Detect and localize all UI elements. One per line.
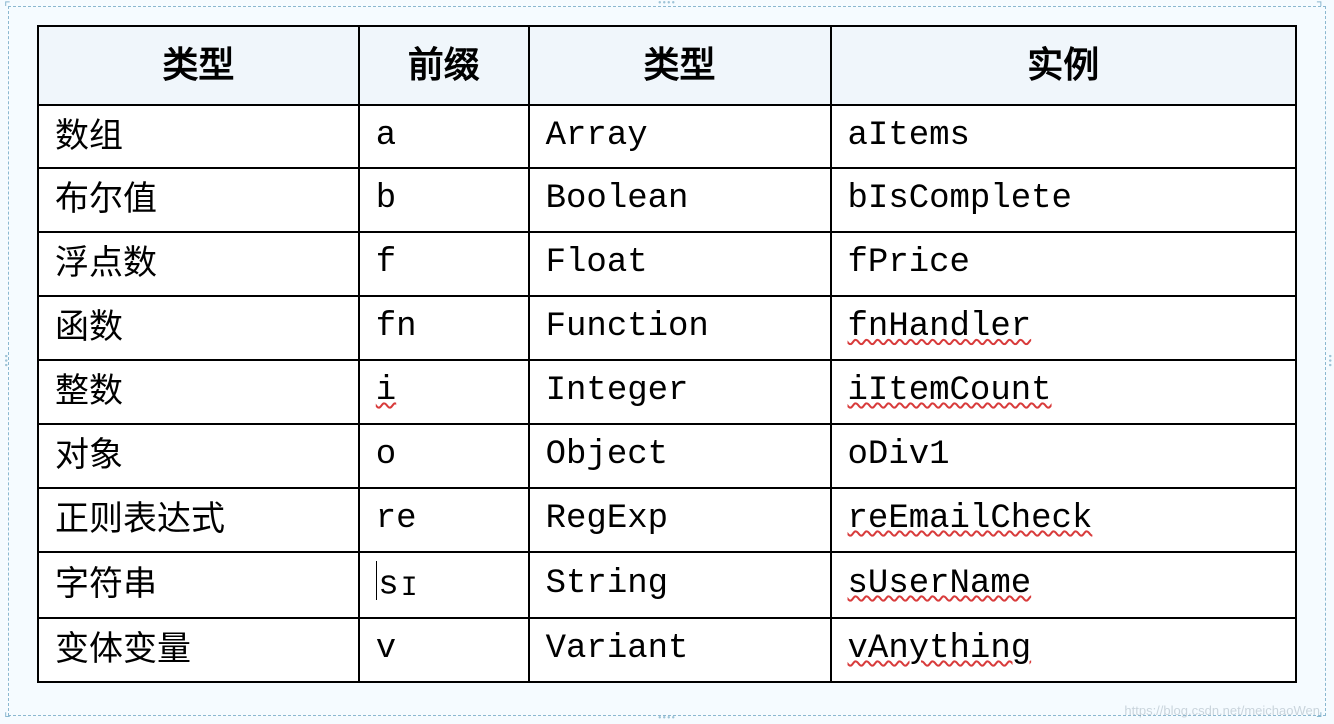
table-row[interactable]: 布尔值 b Boolean bIsComplete <box>38 168 1296 232</box>
cell-prefix[interactable]: fn <box>359 296 529 360</box>
cell-type-en[interactable]: RegExp <box>529 488 831 552</box>
cell-type-cn[interactable]: 数组 <box>38 105 359 169</box>
prefix-text: fn <box>376 308 417 346</box>
table-header-row: 类型 前缀 类型 实例 <box>38 26 1296 105</box>
prefix-text: b <box>376 180 396 218</box>
prefix-text: re <box>376 500 417 538</box>
prefix-text: f <box>376 244 396 282</box>
cell-example[interactable]: bIsComplete <box>831 168 1296 232</box>
table-row[interactable]: 对象 o Object oDiv1 <box>38 424 1296 488</box>
example-text: iItemCount <box>848 372 1052 410</box>
cell-example[interactable]: aItems <box>831 105 1296 169</box>
cell-example[interactable]: iItemCount <box>831 360 1296 424</box>
cell-prefix[interactable]: o <box>359 424 529 488</box>
cell-example[interactable]: sUserName <box>831 552 1296 618</box>
header-type-en: 类型 <box>529 26 831 105</box>
cell-type-en[interactable]: Array <box>529 105 831 169</box>
example-text: reEmailCheck <box>848 500 1093 538</box>
cell-type-cn[interactable]: 正则表达式 <box>38 488 359 552</box>
cell-prefix[interactable]: re <box>359 488 529 552</box>
table-header: 类型 前缀 类型 实例 <box>38 26 1296 105</box>
prefix-text: v <box>376 630 396 668</box>
cell-prefix[interactable]: v <box>359 618 529 682</box>
cell-type-en[interactable]: Integer <box>529 360 831 424</box>
cell-type-cn[interactable]: 整数 <box>38 360 359 424</box>
cell-type-en[interactable]: Boolean <box>529 168 831 232</box>
cell-example[interactable]: reEmailCheck <box>831 488 1296 552</box>
cell-prefix[interactable]: sI <box>359 552 529 618</box>
table-row[interactable]: 浮点数 f Float fPrice <box>38 232 1296 296</box>
example-text: sUserName <box>848 565 1032 603</box>
example-text: fnHandler <box>848 308 1032 346</box>
cell-type-cn[interactable]: 对象 <box>38 424 359 488</box>
hungarian-notation-table[interactable]: 类型 前缀 类型 实例 数组 a Array aItems 布尔值 b Boolean bIs… <box>37 25 1297 683</box>
example-text: oDiv1 <box>848 436 950 474</box>
table-row[interactable]: 变体变量 v Variant vAnything <box>38 618 1296 682</box>
watermark-text: https://blog.csdn.net/meichaoWen <box>1124 703 1320 718</box>
prefix-text: o <box>376 436 396 474</box>
cell-type-cn[interactable]: 浮点数 <box>38 232 359 296</box>
cell-type-en[interactable]: Variant <box>529 618 831 682</box>
table-row[interactable]: 数组 a Array aItems <box>38 105 1296 169</box>
cell-example[interactable]: oDiv1 <box>831 424 1296 488</box>
cell-type-cn[interactable]: 字符串 <box>38 552 359 618</box>
table-row[interactable]: 整数 i Integer iItemCount <box>38 360 1296 424</box>
cell-prefix[interactable]: f <box>359 232 529 296</box>
cell-prefix[interactable]: b <box>359 168 529 232</box>
example-text: fPrice <box>848 244 970 282</box>
cell-type-en[interactable]: Float <box>529 232 831 296</box>
cell-type-en[interactable]: Object <box>529 424 831 488</box>
cell-prefix[interactable]: a <box>359 105 529 169</box>
prefix-text: a <box>376 117 396 155</box>
table-row[interactable]: 正则表达式 re RegExp reEmailCheck <box>38 488 1296 552</box>
cell-type-en[interactable]: Function <box>529 296 831 360</box>
header-example: 实例 <box>831 26 1296 105</box>
table-row[interactable]: 字符串sIStringsUserName <box>38 552 1296 618</box>
cell-example[interactable]: vAnything <box>831 618 1296 682</box>
header-prefix: 前缀 <box>359 26 529 105</box>
document-page: ⌜ ⌝ ⌞ ⌟ •••• •••• ••• ••• 类型 前缀 类型 实例 数组… <box>0 0 1334 722</box>
table-row[interactable]: 函数 fn Function fnHandler <box>38 296 1296 360</box>
example-text: bIsComplete <box>848 180 1072 218</box>
cell-type-cn[interactable]: 函数 <box>38 296 359 360</box>
cell-example[interactable]: fnHandler <box>831 296 1296 360</box>
header-type-cn: 类型 <box>38 26 359 105</box>
cell-type-cn[interactable]: 变体变量 <box>38 618 359 682</box>
ibeam-cursor-icon: I <box>401 570 418 608</box>
table-container: 类型 前缀 类型 实例 数组 a Array aItems 布尔值 b Boolean bIs… <box>8 6 1326 716</box>
table-body: 数组 a Array aItems 布尔值 b Boolean bIsComplete 浮点数 f… <box>38 105 1296 682</box>
cell-example[interactable]: fPrice <box>831 232 1296 296</box>
cell-type-en[interactable]: String <box>529 552 831 618</box>
example-text: aItems <box>848 117 970 155</box>
cell-type-cn[interactable]: 布尔值 <box>38 168 359 232</box>
example-text: vAnything <box>848 630 1032 668</box>
cell-prefix[interactable]: i <box>359 360 529 424</box>
prefix-text: i <box>376 372 396 410</box>
prefix-text: s <box>378 566 398 604</box>
